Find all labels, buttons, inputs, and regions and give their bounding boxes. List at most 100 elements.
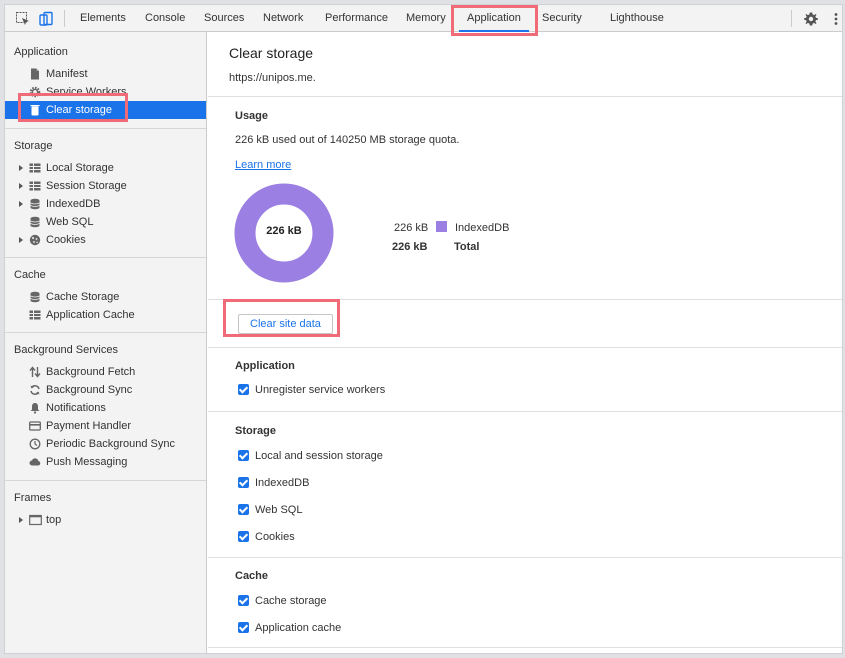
gear-icon <box>29 86 41 98</box>
section-divider <box>208 299 842 300</box>
tab-application[interactable]: Application <box>459 5 529 32</box>
cloud-icon <box>29 456 41 468</box>
sidebar-item-session-storage[interactable]: Session Storage <box>5 177 206 195</box>
sidebar-item-local-storage[interactable]: Local Storage <box>5 159 206 177</box>
unregister-service-workers-checkbox[interactable] <box>238 384 249 395</box>
sidebar-item-label: Background Fetch <box>46 366 136 378</box>
trash-icon <box>29 104 41 116</box>
sidebar-item-label: Push Messaging <box>46 456 128 468</box>
origin-url: https://unipos.me. <box>229 72 316 84</box>
indexeddb-checkbox[interactable] <box>238 477 249 488</box>
sidebar-item-label: Web SQL <box>46 216 94 228</box>
settings-gear-icon[interactable] <box>803 11 819 27</box>
tab-memory[interactable]: Memory <box>398 5 454 32</box>
sidebar-item-manifest[interactable]: Manifest <box>5 65 206 83</box>
database-icon <box>29 198 41 210</box>
toolbar-separator <box>64 10 65 27</box>
expand-arrow-icon[interactable] <box>19 201 23 207</box>
clear-storage-panel: Clear storage https://unipos.me. Usage 2… <box>208 32 842 653</box>
sidebar-item-label: Cache Storage <box>46 291 120 303</box>
sidebar-item-frame-top[interactable]: top <box>5 511 206 529</box>
document-icon <box>29 68 41 80</box>
sidebar-item-label: Session Storage <box>46 180 127 192</box>
expand-arrow-icon[interactable] <box>19 237 23 243</box>
storage-options-heading: Storage <box>235 425 276 437</box>
sidebar-item-application-cache[interactable]: Application Cache <box>5 306 206 324</box>
inspect-element-icon[interactable] <box>15 11 31 27</box>
checkbox-label: Web SQL <box>255 504 303 516</box>
sidebar-item-web-sql[interactable]: Web SQL <box>5 213 206 231</box>
clear-site-data-button[interactable]: Clear site data <box>238 314 333 334</box>
cache-options-heading: Cache <box>235 570 269 582</box>
usage-donut-chart: 226 kB <box>234 183 334 283</box>
web-sql-checkbox[interactable] <box>238 504 249 515</box>
sidebar-item-label: Application Cache <box>46 309 135 321</box>
toolbar-separator <box>791 10 792 27</box>
tab-performance[interactable]: Performance <box>317 5 396 32</box>
sidebar-item-label: Notifications <box>46 402 106 414</box>
sidebar-heading-storage: Storage <box>14 140 53 152</box>
sidebar-item-indexeddb[interactable]: IndexedDB <box>5 195 206 213</box>
sidebar-item-notifications[interactable]: Notifications <box>5 399 206 417</box>
sidebar-item-cache-storage[interactable]: Cache Storage <box>5 288 206 306</box>
sidebar-item-service-workers[interactable]: Service Workers <box>5 83 206 101</box>
checkbox-label: IndexedDB <box>255 477 310 489</box>
sidebar-divider <box>5 332 206 333</box>
sidebar-item-label: IndexedDB <box>46 198 101 210</box>
sidebar-item-label: Service Workers <box>46 86 127 98</box>
usage-summary: 226 kB used out of 140250 MB storage quo… <box>235 134 460 146</box>
sidebar-heading-cache: Cache <box>14 269 46 281</box>
tab-lighthouse[interactable]: Lighthouse <box>602 5 672 32</box>
sidebar-item-label: Local Storage <box>46 162 114 174</box>
sidebar-item-background-fetch[interactable]: Background Fetch <box>5 363 206 381</box>
tab-network[interactable]: Network <box>255 5 311 32</box>
sidebar-item-periodic-background-sync[interactable]: Periodic Background Sync <box>5 435 206 453</box>
grid-icon <box>29 162 41 174</box>
sidebar-item-clear-storage[interactable]: Clear storage <box>5 101 206 119</box>
grid-icon <box>29 180 41 192</box>
section-divider <box>208 557 842 558</box>
sidebar-item-push-messaging[interactable]: Push Messaging <box>5 453 206 471</box>
cookie-icon <box>29 234 41 246</box>
application-sidebar: Application Manifest Service Workers Cle… <box>5 32 207 653</box>
tab-elements[interactable]: Elements <box>72 5 134 32</box>
frame-window-icon <box>29 514 42 526</box>
checkbox-label: Cookies <box>255 531 295 543</box>
page-title: Clear storage <box>229 45 314 61</box>
donut-center-label: 226 kB <box>266 225 302 237</box>
more-options-icon[interactable] <box>828 11 842 27</box>
sidebar-item-payment-handler[interactable]: Payment Handler <box>5 417 206 435</box>
tab-console[interactable]: Console <box>137 5 193 32</box>
application-options-heading: Application <box>235 360 295 372</box>
checkbox-label: Application cache <box>255 622 342 634</box>
learn-more-link[interactable]: Learn more <box>235 159 291 171</box>
expand-arrow-icon[interactable] <box>19 517 23 523</box>
expand-arrow-icon[interactable] <box>19 165 23 171</box>
legend-label-indexeddb: IndexedDB <box>455 222 510 234</box>
sidebar-item-cookies[interactable]: Cookies <box>5 231 206 249</box>
checkbox-label: Unregister service workers <box>255 384 386 396</box>
application-cache-checkbox[interactable] <box>238 622 249 633</box>
cache-storage-checkbox[interactable] <box>238 595 249 606</box>
section-divider <box>208 347 842 348</box>
sidebar-item-background-sync[interactable]: Background Sync <box>5 381 206 399</box>
devtools-toolbar: Elements Console Sources Network Perform… <box>5 5 842 32</box>
expand-arrow-icon[interactable] <box>19 183 23 189</box>
legend-value-total: 226 kB <box>392 241 428 253</box>
sidebar-item-label: Background Sync <box>46 384 133 396</box>
devtools-window: Elements Console Sources Network Perform… <box>4 4 843 654</box>
sidebar-item-label: Manifest <box>46 68 88 80</box>
tab-sources[interactable]: Sources <box>196 5 252 32</box>
up-down-arrows-icon <box>29 366 41 378</box>
tab-security[interactable]: Security <box>534 5 590 32</box>
sidebar-item-label: Payment Handler <box>46 420 131 432</box>
checkbox-label: Cache storage <box>255 595 327 607</box>
learn-more-link-text[interactable]: Learn more <box>235 159 291 171</box>
sidebar-divider <box>5 128 206 129</box>
section-divider <box>208 411 842 412</box>
cookies-checkbox[interactable] <box>238 531 249 542</box>
section-divider <box>208 647 842 648</box>
usage-heading: Usage <box>235 110 269 122</box>
local-session-storage-checkbox[interactable] <box>238 450 249 461</box>
device-toolbar-icon[interactable] <box>38 11 54 27</box>
